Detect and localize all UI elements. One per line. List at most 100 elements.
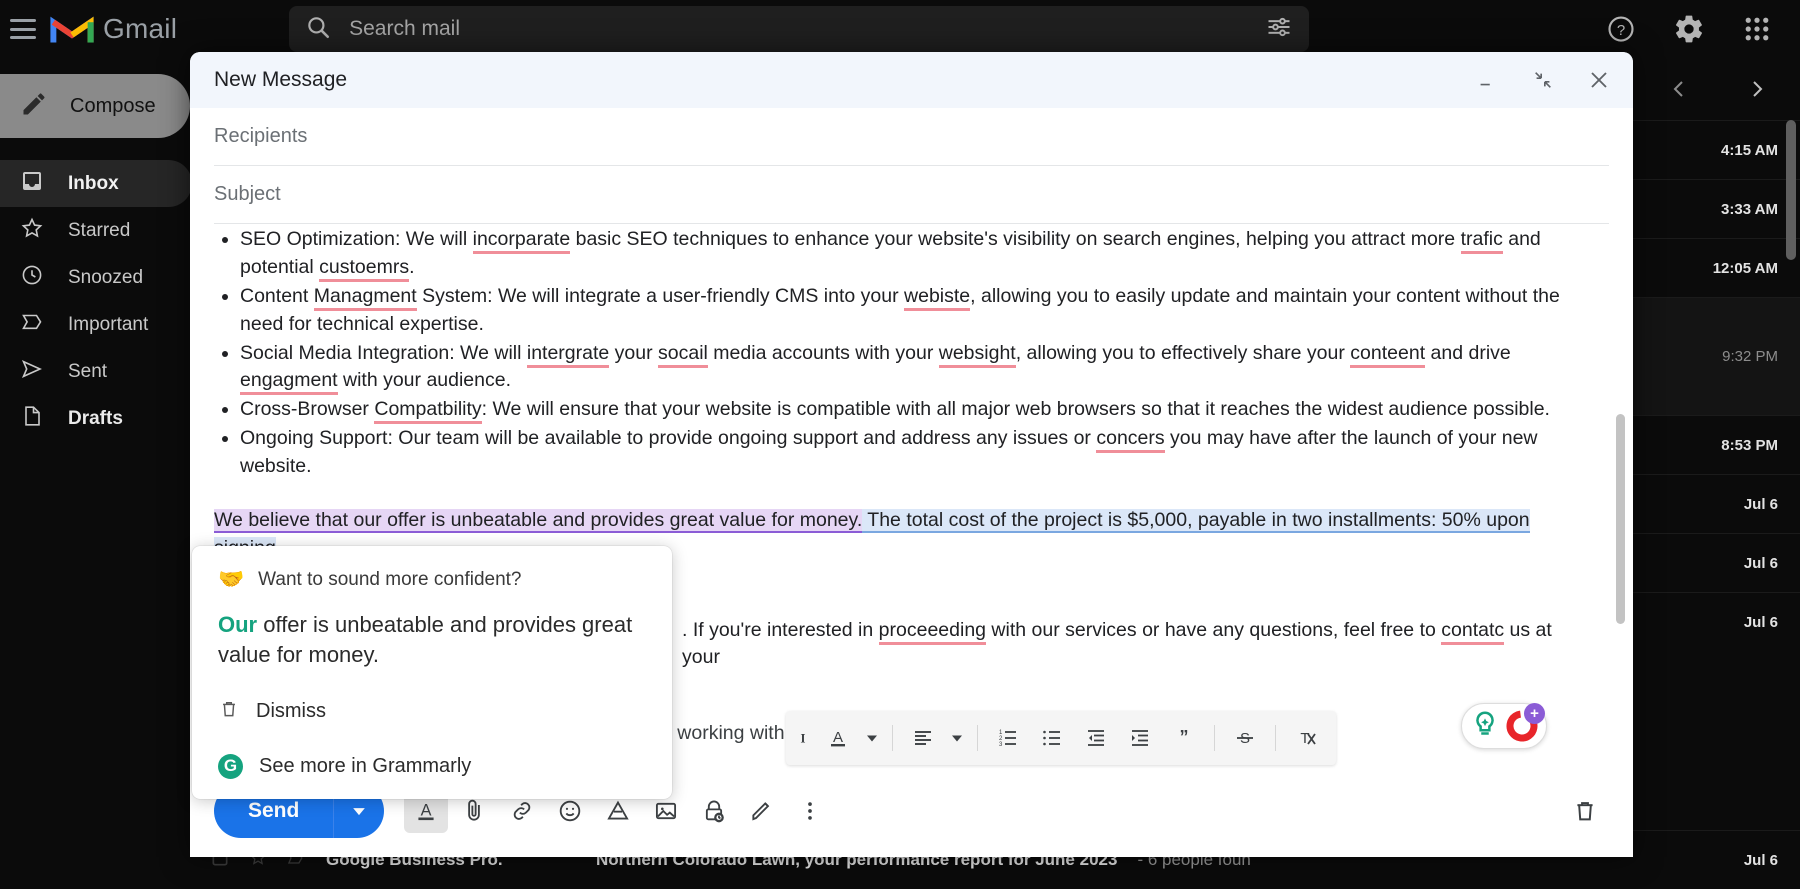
closing-paragraph: . If you're interested in proceeeding wi… bbox=[682, 617, 1595, 673]
row-time: 12:05 AM bbox=[1712, 259, 1778, 277]
compose-title: New Message bbox=[214, 68, 348, 91]
search-options-icon[interactable] bbox=[1265, 13, 1293, 46]
sidebar-item-important[interactable]: Important bbox=[0, 301, 192, 348]
body-text: basic SEO techniques to enhance your web… bbox=[570, 228, 1461, 250]
strikethrough-button[interactable]: S bbox=[1225, 718, 1265, 758]
gmail-app: Gmail ? bbox=[0, 0, 1800, 889]
bold-button[interactable]: I bbox=[796, 718, 814, 758]
misspelled-word[interactable]: concers bbox=[1096, 427, 1165, 454]
misspelled-word[interactable]: webiste bbox=[904, 284, 971, 311]
highlighted-sentence[interactable]: We believe that our offer is unbeatable … bbox=[214, 508, 863, 533]
text-color-button[interactable]: A bbox=[818, 718, 858, 758]
search-icon bbox=[305, 14, 331, 45]
quote-button[interactable]: ” bbox=[1164, 718, 1204, 758]
next-page-icon[interactable] bbox=[1742, 74, 1772, 104]
search-bar[interactable] bbox=[289, 6, 1310, 52]
misspelled-word[interactable]: Managment bbox=[313, 284, 417, 311]
sidebar-item-sent[interactable]: Sent bbox=[0, 348, 192, 395]
misspelled-word[interactable]: trafic bbox=[1460, 228, 1503, 254]
align-button[interactable] bbox=[903, 718, 943, 758]
compose-label: Compose bbox=[70, 94, 156, 117]
formatting-toolbar: I A 1 2 3 ” T bbox=[786, 711, 1336, 765]
insert-signature-button[interactable] bbox=[740, 789, 784, 833]
misspelled-word[interactable]: custoemrs bbox=[319, 255, 410, 282]
sidebar-item-starred[interactable]: Starred bbox=[0, 207, 192, 254]
sidebar-nav: Inbox Starred Snoozed Important Sent Dra… bbox=[0, 160, 196, 442]
svg-text:A: A bbox=[833, 729, 843, 746]
indent-less-button[interactable] bbox=[1076, 718, 1116, 758]
gear-icon[interactable] bbox=[1672, 12, 1706, 46]
row-time: 3:33 AM bbox=[1721, 200, 1778, 218]
align-dropdown-icon[interactable] bbox=[947, 718, 967, 758]
confidential-mode-button[interactable] bbox=[692, 789, 736, 833]
sidebar-item-inbox[interactable]: Inbox bbox=[0, 160, 192, 207]
send-label: Send bbox=[248, 799, 300, 822]
sidebar-item-label: Inbox bbox=[68, 172, 119, 194]
svg-text:A: A bbox=[421, 801, 432, 819]
body-scrollbar[interactable] bbox=[1616, 414, 1625, 624]
dismiss-suggestion-button[interactable]: Dismiss bbox=[218, 698, 646, 726]
body-text: , allowing you to effectively share your bbox=[1015, 341, 1351, 364]
text-color-dropdown-icon[interactable] bbox=[862, 718, 882, 758]
suggestion-rest: offer is unbeatable and provides great v… bbox=[218, 612, 633, 667]
svg-text:”: ” bbox=[1180, 727, 1189, 747]
row-time: Jul 6 bbox=[1743, 613, 1778, 631]
remove-formatting-button[interactable]: T bbox=[1286, 718, 1326, 758]
svg-text:?: ? bbox=[1617, 22, 1625, 39]
search-input[interactable] bbox=[349, 17, 1248, 41]
svg-text:T: T bbox=[1300, 730, 1309, 747]
cost-paragraph-line2: biste. bbox=[609, 563, 1595, 591]
misspelling-proceeeding[interactable]: proceeeding bbox=[878, 618, 987, 645]
exit-full-screen-icon[interactable] bbox=[1529, 66, 1557, 94]
grammarly-bulb-icon[interactable] bbox=[1470, 709, 1500, 744]
see-more-label: See more in Grammarly bbox=[259, 754, 472, 777]
indent-more-button[interactable] bbox=[1120, 718, 1160, 758]
close-icon[interactable] bbox=[1585, 66, 1613, 94]
send-options-icon[interactable] bbox=[334, 804, 384, 818]
misspelled-word[interactable]: incorparate bbox=[472, 228, 571, 254]
grammarly-plus-badge[interactable]: + bbox=[1524, 703, 1545, 724]
top-bar-actions: ? bbox=[1604, 12, 1800, 46]
sidebar-item-label: Snoozed bbox=[68, 266, 144, 288]
gmail-m-icon bbox=[50, 16, 94, 43]
closing-text-start: . If you're interested in bbox=[682, 618, 879, 641]
misspelled-word[interactable]: socail bbox=[658, 341, 708, 368]
body-text: Content bbox=[240, 284, 314, 307]
misspelled-word[interactable]: engagment bbox=[240, 369, 338, 396]
recipients-input[interactable] bbox=[214, 125, 1609, 148]
misspelled-word[interactable]: conteent bbox=[1350, 341, 1426, 368]
help-icon[interactable]: ? bbox=[1604, 12, 1638, 46]
sidebar: Compose Inbox Starred Snoozed Important … bbox=[0, 58, 196, 889]
sidebar-item-drafts[interactable]: Drafts bbox=[0, 395, 192, 442]
misspelled-word[interactable]: websight bbox=[938, 341, 1016, 368]
google-apps-icon[interactable] bbox=[1740, 12, 1774, 46]
misspelled-word[interactable]: intergrate bbox=[526, 341, 610, 368]
discard-draft-button[interactable] bbox=[1563, 789, 1607, 833]
toolbar-divider bbox=[1214, 725, 1215, 751]
clock-icon bbox=[20, 263, 44, 293]
mail-list-scrollbar[interactable] bbox=[1786, 120, 1796, 260]
draft-icon bbox=[20, 404, 44, 434]
main-menu-icon[interactable] bbox=[10, 19, 36, 39]
sidebar-item-label: Sent bbox=[68, 360, 108, 382]
compose-button[interactable]: Compose bbox=[0, 74, 190, 138]
more-options-button[interactable] bbox=[788, 789, 832, 833]
sidebar-item-snoozed[interactable]: Snoozed bbox=[0, 254, 192, 301]
subject-field[interactable] bbox=[214, 166, 1609, 224]
grammarly-widget[interactable]: + bbox=[1461, 703, 1547, 749]
misspelled-word[interactable]: Compatbility bbox=[374, 398, 482, 425]
svg-text:I: I bbox=[801, 732, 806, 746]
bulleted-list-button[interactable] bbox=[1032, 718, 1072, 758]
row-time: 9:32 PM bbox=[1722, 348, 1778, 365]
misspelling-contatc[interactable]: contatc bbox=[1441, 618, 1505, 645]
body-text: media accounts with your bbox=[707, 341, 939, 364]
grammarly-score-icon[interactable]: + bbox=[1506, 703, 1545, 742]
send-icon bbox=[20, 357, 44, 387]
minimize-icon[interactable] bbox=[1473, 66, 1501, 94]
previous-page-icon[interactable] bbox=[1664, 74, 1694, 104]
numbered-list-button[interactable]: 1 2 3 bbox=[988, 718, 1028, 758]
grammarly-suggestion-text[interactable]: Our offer is unbeatable and provides gre… bbox=[218, 610, 646, 670]
see-more-in-grammarly-button[interactable]: G See more in Grammarly bbox=[218, 753, 646, 779]
recipients-field[interactable] bbox=[214, 108, 1609, 166]
subject-input[interactable] bbox=[214, 183, 1609, 206]
